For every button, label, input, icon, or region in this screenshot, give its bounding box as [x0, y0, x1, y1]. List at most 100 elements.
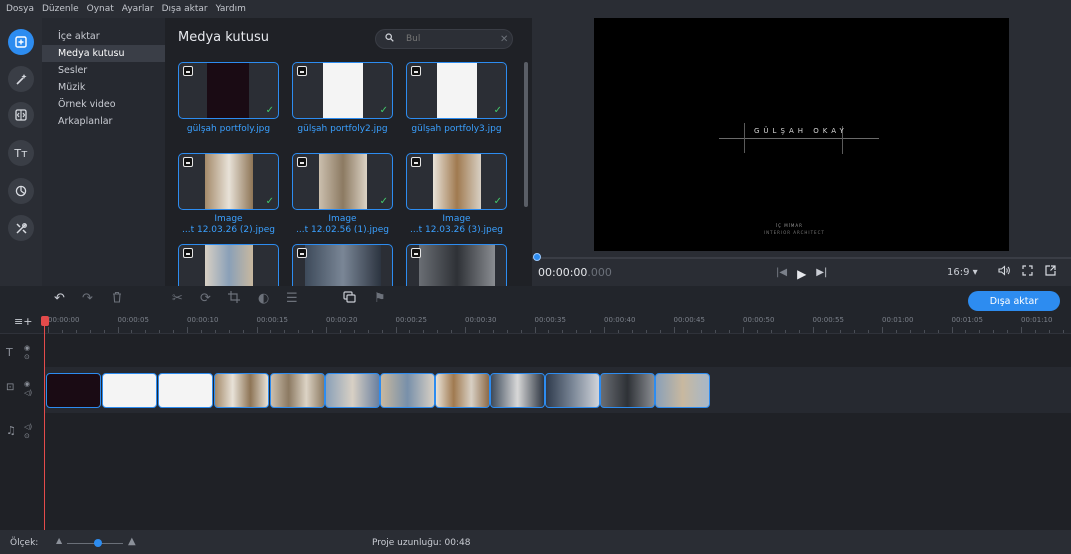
ruler-tick — [687, 330, 689, 333]
timeline-clip[interactable] — [158, 373, 213, 408]
media-tile[interactable]: ✓ — [178, 153, 279, 210]
timeline-clip[interactable] — [380, 373, 435, 408]
search-box[interactable]: ✕ — [375, 29, 513, 49]
media-tile[interactable] — [292, 244, 393, 286]
video-preview[interactable]: GÜLŞAH OKAY İÇ MİMAR INTERIOR ARCHITECT — [594, 18, 1009, 251]
check-icon: ✓ — [493, 105, 502, 116]
category-sounds[interactable]: Sesler — [42, 62, 165, 79]
magic-wand-icon[interactable] — [8, 66, 34, 92]
transitions-icon[interactable] — [8, 102, 34, 128]
clear-search-icon[interactable]: ✕ — [500, 34, 508, 45]
category-import[interactable]: İçe aktar — [42, 28, 165, 45]
media-bin-title: Medya kutusu — [178, 30, 269, 45]
ruler-tick-label: 00:00:50 — [743, 316, 775, 324]
category-music[interactable]: Müzik — [42, 79, 165, 96]
ruler-tick-label: 00:00:45 — [673, 316, 705, 324]
zoom-out-icon[interactable]: ▲ — [56, 536, 62, 545]
timeline-clip[interactable] — [46, 373, 101, 408]
crop-icon[interactable] — [228, 291, 240, 307]
tools-icon[interactable] — [8, 215, 34, 241]
timeline-clip[interactable] — [545, 373, 600, 408]
media-tile[interactable]: ✓ — [406, 62, 507, 119]
playhead-line[interactable] — [44, 320, 45, 530]
redo-icon[interactable]: ↷ — [82, 291, 93, 306]
category-media-bin[interactable]: Medya kutusu — [42, 45, 165, 62]
preview-subtitle-2: INTERIOR ARCHITECT — [764, 230, 825, 235]
ruler-tick — [256, 327, 258, 333]
playback-progress-knob[interactable] — [533, 253, 541, 261]
aspect-ratio-select[interactable]: 16:9 ▾ — [947, 267, 978, 278]
category-backgrounds[interactable]: Arkaplanlar — [42, 113, 165, 130]
play-icon[interactable]: ▶ — [797, 267, 806, 281]
skip-forward-icon[interactable]: ▶| — [816, 267, 827, 281]
skip-back-icon[interactable]: |◀ — [776, 267, 787, 281]
media-tile[interactable]: ✓ — [292, 62, 393, 119]
ruler-tick — [826, 330, 828, 333]
menu-help[interactable]: Yardım — [216, 4, 246, 14]
menu-settings[interactable]: Ayarlar — [122, 4, 154, 14]
volume-icon[interactable] — [998, 265, 1010, 279]
timeline-clip[interactable] — [655, 373, 710, 408]
category-sample-video[interactable]: Örnek video — [42, 96, 165, 113]
detach-preview-icon[interactable] — [1045, 265, 1056, 279]
decorative-line — [719, 138, 879, 139]
media-tile[interactable]: ✓ — [406, 153, 507, 210]
playback-progress-bar[interactable] — [532, 257, 1071, 259]
ruler-tick — [673, 327, 675, 333]
media-tile[interactable] — [178, 244, 279, 286]
image-type-icon — [297, 248, 307, 258]
ruler-tick — [395, 327, 397, 333]
media-scrollbar[interactable] — [524, 62, 528, 207]
cut-icon[interactable]: ✂ — [172, 291, 183, 306]
visibility-icon[interactable]: ◉ ⊙ — [24, 344, 30, 362]
ruler-tick — [1034, 330, 1036, 333]
zoom-in-icon[interactable]: ▲ — [128, 536, 136, 547]
undo-icon[interactable]: ↶ — [54, 291, 65, 306]
timeline-clip[interactable] — [270, 373, 325, 408]
media-tile-label: gülşah portfoly.jpg — [186, 124, 271, 134]
ruler-tick — [200, 330, 202, 333]
preview-controls — [998, 265, 1056, 279]
ruler-tick — [1062, 330, 1064, 333]
timeline-clip[interactable] — [600, 373, 655, 408]
timeline-clip[interactable] — [214, 373, 269, 408]
add-media-icon[interactable] — [8, 29, 34, 55]
timeline-clip[interactable] — [435, 373, 490, 408]
ruler-tick — [228, 330, 230, 333]
ruler-tick — [590, 330, 592, 333]
export-button[interactable]: Dışa aktar — [968, 291, 1060, 311]
stickers-icon[interactable] — [8, 178, 34, 204]
mute-icon[interactable]: ◁) ⊙ — [24, 423, 32, 441]
menu-play[interactable]: Oynat — [87, 4, 114, 14]
timeline-ruler[interactable]: ≡+ 00:00:00 00:00:05 00:00:10 00:00:15 00:00… — [0, 312, 1071, 334]
timeline-clip[interactable] — [490, 373, 545, 408]
menu-export[interactable]: Dışa aktar — [162, 4, 208, 14]
rotate-icon[interactable]: ⟳ — [200, 291, 211, 306]
ruler-tick — [534, 327, 536, 333]
marker-flag-icon[interactable]: ⚑ — [374, 291, 386, 306]
delete-icon[interactable] — [112, 291, 122, 307]
ruler-tick — [312, 330, 314, 333]
clip-properties-icon[interactable]: ☰ — [286, 291, 298, 306]
insert-clip-icon[interactable] — [343, 291, 356, 307]
timeline-clip[interactable] — [325, 373, 380, 408]
scale-slider-handle[interactable] — [93, 539, 102, 547]
media-tile[interactable]: ✓ — [178, 62, 279, 119]
fullscreen-icon[interactable] — [1022, 265, 1033, 279]
ruler-tick — [770, 330, 772, 333]
media-tile[interactable] — [406, 244, 507, 286]
media-tile[interactable]: ✓ — [292, 153, 393, 210]
ruler-tick-label: 00:00:15 — [256, 316, 288, 324]
color-adjust-icon[interactable]: ◐ — [258, 291, 269, 306]
title-track-header: T ◉ ⊙ — [0, 342, 44, 366]
video-track[interactable] — [44, 367, 1071, 413]
search-input[interactable] — [406, 34, 496, 44]
ruler-tick — [48, 327, 49, 333]
menu-file[interactable]: Dosya — [6, 4, 34, 14]
titles-icon[interactable]: Tт — [8, 140, 34, 166]
add-track-icon[interactable]: ≡+ — [14, 315, 32, 328]
menu-edit[interactable]: Düzenle — [42, 4, 79, 14]
playhead-handle[interactable] — [41, 316, 49, 326]
timeline-clip[interactable] — [102, 373, 157, 408]
visibility-icon[interactable]: ◉ ◁) — [24, 380, 32, 398]
